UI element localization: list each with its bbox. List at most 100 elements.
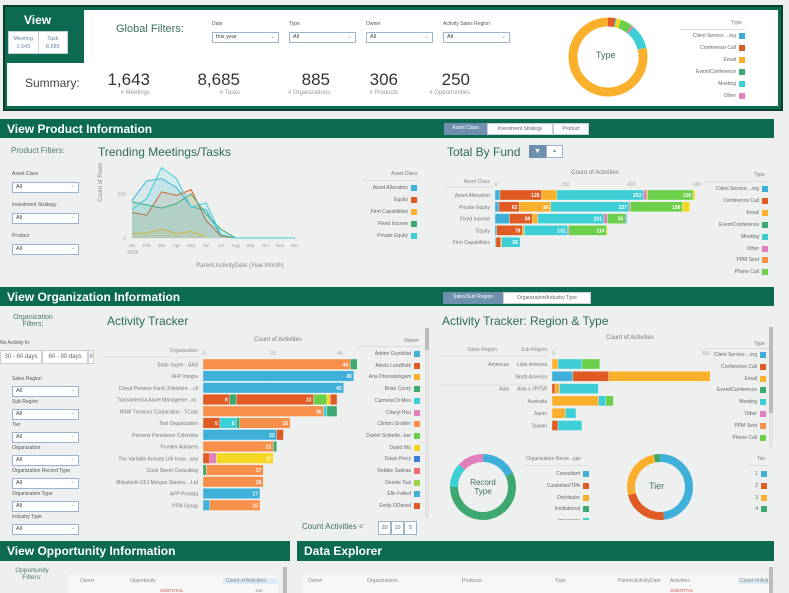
product-filter-select[interactable]: All ⌄ — [12, 182, 79, 193]
de-scrollbar[interactable] — [769, 567, 773, 593]
scrollbar-thumb[interactable] — [425, 328, 429, 350]
org-filter-select[interactable]: All ⌄ — [12, 478, 79, 489]
chevron-down-icon: ⌄ — [70, 502, 75, 508]
region-filter-select[interactable]: All ⌄ — [443, 32, 510, 43]
trend-legend-label: Private Equity — [377, 233, 408, 239]
region-bar-segment — [557, 358, 583, 370]
trend-legend-label: Fixed Income — [377, 221, 408, 227]
no-activity-button[interactable]: 9 — [88, 350, 94, 364]
chevron-down-icon: ⌄ — [269, 34, 275, 40]
org-filter-select[interactable]: All ⌄ — [12, 386, 79, 397]
act-legend-scrollbar[interactable] — [425, 328, 429, 518]
data-explorer-column-header[interactable]: Activities — [670, 578, 690, 584]
fund-bar-segment — [567, 225, 570, 236]
opp-scrollbar[interactable] — [283, 567, 287, 593]
row-label: Frontier Advisers — [160, 445, 198, 451]
opportunity-column-header[interactable]: Owner — [80, 578, 95, 584]
y-tick-label: 0 — [123, 236, 126, 242]
x-tick-label: 0 — [203, 351, 206, 357]
fund-data-label: 201 — [594, 217, 603, 223]
data-explorer-column-header[interactable]: Owner — [308, 578, 323, 584]
region-bar-segment — [598, 395, 607, 407]
activity-bar-segment — [313, 394, 328, 405]
x-tick-label: Mar — [158, 243, 166, 248]
type-filter-value: All — [293, 34, 300, 40]
row-label: Porvenir Pensiones Colombia — [132, 433, 198, 439]
region-legend-label: Email — [744, 375, 757, 382]
org-filter-select[interactable]: All ⌄ — [12, 501, 79, 512]
activity-tracker-bar-chart: Organization Count of Activities 0 20 40 Stat… — [105, 337, 358, 512]
activity-bar-segment — [236, 394, 314, 405]
tab-sales-sub-region[interactable]: Sales/Sub Region — [443, 292, 503, 304]
count-filter-button[interactable]: 10 — [391, 521, 404, 535]
product-filter-select[interactable]: All ⌄ — [12, 244, 79, 255]
fund-data-label: 237 — [619, 205, 628, 211]
region-bar-segment — [551, 358, 559, 370]
opportunity-column-header[interactable]: Count of Activities — [223, 578, 278, 584]
x-tick-label: 20 — [270, 351, 276, 357]
sort-asc-button[interactable]: ▲ — [546, 145, 563, 158]
owner-legend-item: Alexis Lanzillotti — [375, 362, 420, 369]
product-tab-investment-strategy[interactable]: Investment Strategy — [487, 123, 553, 135]
trend-legend-item: Firm Capabilities — [371, 209, 417, 215]
row-label: Clwyd Pension Fund, Flintshire ...cil — [119, 386, 198, 392]
legend-swatch — [739, 69, 745, 75]
legend-divider — [680, 29, 745, 30]
product-filter-select[interactable]: All ⌄ — [12, 213, 79, 224]
data-explorer-column-header[interactable]: Type — [555, 578, 566, 584]
fund-bar-segment — [682, 201, 690, 212]
owner-filter-label: Owner — [366, 21, 381, 27]
org-filter-select[interactable]: All ⌄ — [12, 455, 79, 466]
trend-legend-label: Firm Capabilities — [370, 209, 408, 215]
owner-legend-item: Debbie Salinas — [377, 468, 420, 474]
activity-data-label: 15 — [252, 503, 258, 509]
activity-bar-segment — [202, 441, 274, 452]
opportunity-column-header[interactable]: Opportunity — [130, 578, 156, 584]
org-filter-select[interactable]: All ⌄ — [12, 524, 79, 535]
chevron-down-icon: ⌄ — [70, 456, 75, 462]
type-filter-select[interactable]: All ⌄ — [289, 32, 356, 43]
data-explorer-column-header[interactable]: Products — [462, 578, 482, 584]
total-by-fund-bar-chart: Asset Class Count of Activities 0 200 400 600… — [445, 170, 702, 249]
count-filter-button[interactable]: 20 — [378, 521, 391, 535]
product-filter-label: Product — [12, 233, 30, 239]
record-legend-item: Distributor — [557, 494, 589, 501]
task-view-button[interactable]: Task 8,685 — [39, 32, 68, 53]
activity-bar-segment — [273, 441, 277, 452]
region-legend-label: Meeting — [739, 399, 757, 406]
sort-desc-button[interactable]: ▼ — [529, 145, 546, 158]
region-scrollbar[interactable] — [769, 327, 773, 447]
org-section-header: View Organization Information — [0, 287, 774, 306]
count-filter-button[interactable]: 5 — [404, 521, 417, 535]
product-tab-asset-class[interactable]: Asset Class — [444, 123, 487, 135]
data-explorer-column-header[interactable]: Parent.ActivityDate — [618, 578, 661, 584]
activity-bar-segment — [236, 417, 240, 429]
owner-filter-select[interactable]: All ⌄ — [366, 32, 433, 43]
row-label: Mitsubishi UFJ Morgan Stanley ...Ltd — [116, 480, 198, 486]
data-explorer-header: Data Explorer — [297, 541, 774, 561]
owner-legend-item: Elin Falted — [387, 491, 420, 498]
data-explorer-column-header[interactable]: Organizations — [367, 578, 398, 584]
task-count: 8,685 — [45, 44, 60, 50]
no-activity-button[interactable]: 30 - 60 days — [0, 350, 42, 364]
scrollbar-thumb[interactable] — [769, 327, 773, 413]
no-activity-button[interactable]: 60 - 90 days — [42, 350, 88, 364]
chevron-down-icon: ⌄ — [70, 214, 75, 220]
summary-title: Summary: — [25, 76, 80, 90]
org-filter-select[interactable]: All ⌄ — [12, 409, 79, 420]
product-tab-product[interactable]: Product — [553, 123, 589, 135]
owner-legend-label: Elin Falted — [387, 491, 411, 498]
tab-organization-industry-type[interactable]: Organization/Industry Type — [503, 292, 591, 304]
reg-legend-title: Type — [754, 341, 765, 347]
meeting-view-button[interactable]: Meeting 1,643 — [9, 32, 39, 53]
x-tick-label: Jan — [128, 243, 136, 248]
row-label: The Variable Annuity Life Insur...any — [118, 456, 198, 462]
type-legend-label: Email — [723, 57, 736, 63]
activity-bar-segment — [209, 452, 217, 464]
data-explorer-column-header[interactable]: Count of Acti — [738, 578, 770, 584]
date-filter-select[interactable]: this year ⌄ — [212, 32, 279, 43]
tier-slice — [659, 454, 693, 520]
org-filter-select[interactable]: All ⌄ — [12, 432, 79, 443]
activity-data-label: 23 — [306, 398, 312, 404]
tier-center: Tier — [649, 481, 665, 491]
